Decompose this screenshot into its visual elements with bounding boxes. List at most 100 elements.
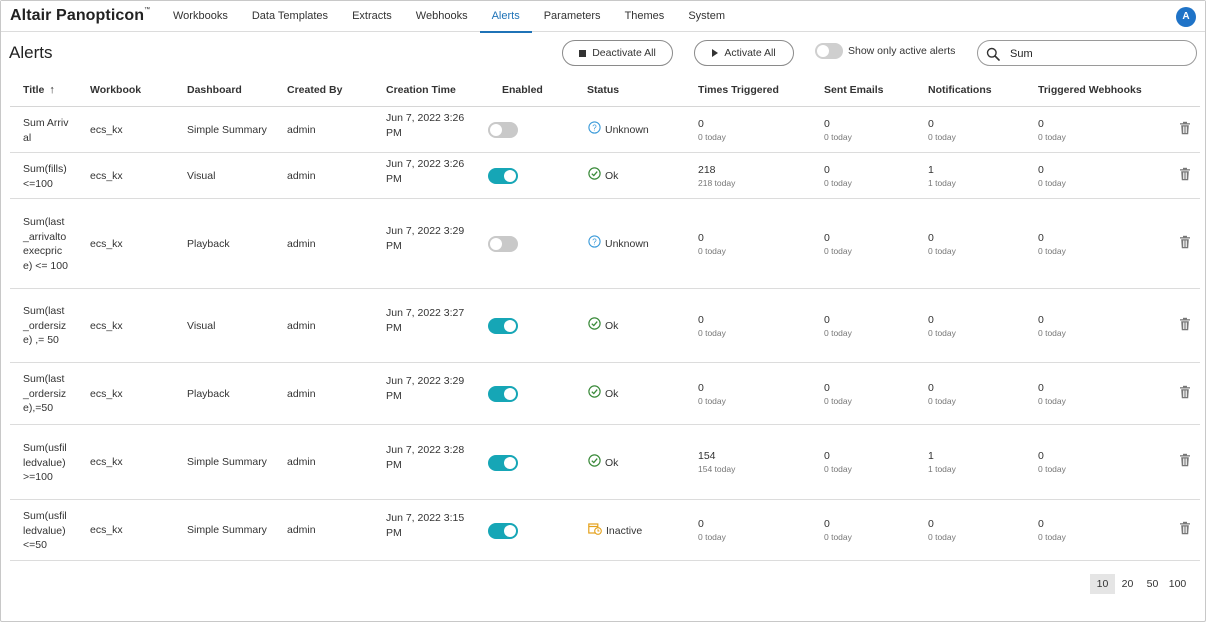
column-header-workbook[interactable]: Workbook: [90, 84, 141, 96]
alert-enabled-cell: [488, 523, 518, 539]
alert-title[interactable]: Sum(usfilledvalue) >=100: [23, 441, 69, 485]
trash-icon: [1179, 317, 1191, 334]
column-header-times-triggered[interactable]: Times Triggered: [698, 84, 779, 96]
alert-created-by: admin: [287, 124, 316, 136]
alert-enabled-cell: [488, 455, 518, 471]
notifications: 0 0 today: [928, 118, 956, 143]
delete-alert-button[interactable]: [1179, 385, 1191, 404]
column-header-status[interactable]: Status: [587, 84, 619, 96]
alert-status-label: Unknown: [605, 123, 649, 136]
alert-enabled-toggle[interactable]: [488, 318, 518, 334]
notifications: 0 0 today: [928, 382, 956, 407]
times-triggered: 0 0 today: [698, 518, 726, 543]
delete-alert-button[interactable]: [1179, 521, 1191, 540]
alert-created-by: admin: [287, 320, 316, 332]
delete-alert-button[interactable]: [1179, 317, 1191, 336]
trash-icon: [1179, 385, 1191, 402]
delete-alert-button[interactable]: [1179, 235, 1191, 254]
delete-alert-button[interactable]: [1179, 121, 1191, 140]
notifications-total: 1: [928, 450, 934, 462]
notifications-total: 1: [928, 164, 934, 176]
search-input[interactable]: [1010, 45, 1190, 62]
triggered-webhooks-total: 0: [1038, 232, 1044, 244]
table-row[interactable]: Sum Arrival ecs_kx Simple Summary admin Jun …: [10, 107, 1200, 153]
table-row[interactable]: Sum(fills)<=100 ecs_kx Visual admin Jun 7, 2…: [10, 153, 1200, 199]
times-triggered-today: 0 today: [698, 132, 726, 142]
alert-enabled-toggle[interactable]: [488, 386, 518, 402]
alert-enabled-toggle[interactable]: [488, 168, 518, 184]
alert-dashboard: Visual: [187, 170, 216, 182]
deactivate-all-button[interactable]: Deactivate All: [562, 40, 673, 66]
alert-workbook: ecs_kx: [90, 238, 123, 250]
delete-alert-button[interactable]: [1179, 453, 1191, 472]
table-row[interactable]: Sum(last_ordersize),=50 ecs_kx Playback adm…: [10, 363, 1200, 425]
delete-alert-button[interactable]: [1179, 167, 1191, 186]
column-header-creation-time[interactable]: Creation Time: [386, 84, 456, 96]
nav-tab-workbooks[interactable]: Workbooks: [161, 1, 240, 32]
sent-emails: 0 0 today: [824, 164, 852, 189]
alert-enabled-toggle[interactable]: [488, 236, 518, 252]
alert-status: Inactive: [588, 522, 642, 540]
sent-emails-total: 0: [824, 382, 830, 394]
nav-tab-alerts[interactable]: Alerts: [479, 1, 532, 33]
column-header-triggered-webhooks[interactable]: Triggered Webhooks: [1038, 84, 1142, 96]
alert-status: Ok: [588, 385, 618, 403]
triggered-webhooks: 0 0 today: [1038, 518, 1066, 543]
search-icon: [986, 47, 1000, 61]
nav-tab-data-templates[interactable]: Data Templates: [240, 1, 340, 32]
times-triggered-total: 0: [698, 118, 704, 130]
nav-tab-system[interactable]: System: [676, 1, 737, 32]
alert-title[interactable]: Sum(last_ordersize) ,= 50: [23, 304, 69, 348]
user-avatar[interactable]: A: [1176, 7, 1196, 27]
table-row[interactable]: Sum(last_arrivaltoexecprice) <= 100 ecs_k…: [10, 199, 1200, 289]
alert-creation-time: Jun 7, 2022 3:29 PM: [386, 375, 465, 402]
page-size-20[interactable]: 20: [1115, 574, 1140, 594]
sent-emails-total: 0: [824, 450, 830, 462]
activate-all-button[interactable]: Activate All: [694, 40, 794, 66]
alert-created-by: admin: [287, 238, 316, 250]
times-triggered-total: 154: [698, 450, 716, 462]
app-logo[interactable]: Altair Panopticon™: [10, 7, 150, 25]
alert-enabled-toggle[interactable]: [488, 523, 518, 539]
show-active-only-toggle[interactable]: [815, 43, 843, 59]
triggered-webhooks-today: 0 today: [1038, 132, 1066, 142]
table-body: Sum Arrival ecs_kx Simple Summary admin Jun …: [10, 107, 1200, 561]
page-size-50[interactable]: 50: [1140, 574, 1165, 594]
nav-tab-extracts[interactable]: Extracts: [340, 1, 404, 32]
times-triggered-today: 0 today: [698, 532, 726, 542]
page-size-10[interactable]: 10: [1090, 574, 1115, 594]
table-row[interactable]: Sum(usfilledvalue)<=50 ecs_kx Simple Summa…: [10, 500, 1200, 561]
alert-status-label: Unknown: [605, 237, 649, 250]
alert-title[interactable]: Sum(last_arrivaltoexecprice) <= 100: [23, 215, 69, 273]
table-row[interactable]: Sum(last_ordersize) ,= 50 ecs_kx Visual adm…: [10, 289, 1200, 363]
page-size-selector: 10 20 50 100: [1090, 574, 1190, 594]
page-size-100[interactable]: 100: [1165, 574, 1190, 594]
alert-workbook: ecs_kx: [90, 124, 123, 136]
column-header-sent-emails[interactable]: Sent Emails: [824, 84, 884, 96]
column-header-enabled[interactable]: Enabled: [502, 84, 543, 96]
triggered-webhooks-total: 0: [1038, 118, 1044, 130]
alert-title[interactable]: Sum(fills)<=100: [23, 162, 69, 191]
nav-tab-parameters[interactable]: Parameters: [532, 1, 613, 32]
page-title: Alerts: [9, 43, 53, 62]
alert-enabled-toggle[interactable]: [488, 455, 518, 471]
stop-icon: [579, 49, 587, 57]
alert-title[interactable]: Sum(usfilledvalue)<=50: [23, 509, 69, 553]
nav-tab-webhooks[interactable]: Webhooks: [404, 1, 480, 32]
column-header-dashboard[interactable]: Dashboard: [187, 84, 242, 96]
alerts-table: Title ↑ Workbook Dashboard Created By Cre…: [10, 75, 1200, 561]
times-triggered-total: 218: [698, 164, 716, 176]
table-row[interactable]: Sum(usfilledvalue) >=100 ecs_kx Simple Sum…: [10, 425, 1200, 500]
column-header-notifications[interactable]: Notifications: [928, 84, 992, 96]
sent-emails-today: 0 today: [824, 532, 852, 542]
alert-title[interactable]: Sum Arrival: [23, 116, 69, 145]
notifications: 1 1 today: [928, 450, 956, 475]
alert-title[interactable]: Sum(last_ordersize),=50: [23, 372, 69, 416]
nav-tab-themes[interactable]: Themes: [613, 1, 677, 32]
column-header-created-by[interactable]: Created By: [287, 84, 342, 96]
alert-workbook: ecs_kx: [90, 388, 123, 400]
sent-emails-total: 0: [824, 164, 830, 176]
triggered-webhooks: 0 0 today: [1038, 314, 1066, 339]
alert-enabled-toggle[interactable]: [488, 122, 518, 138]
column-header-title[interactable]: Title ↑: [23, 84, 55, 96]
